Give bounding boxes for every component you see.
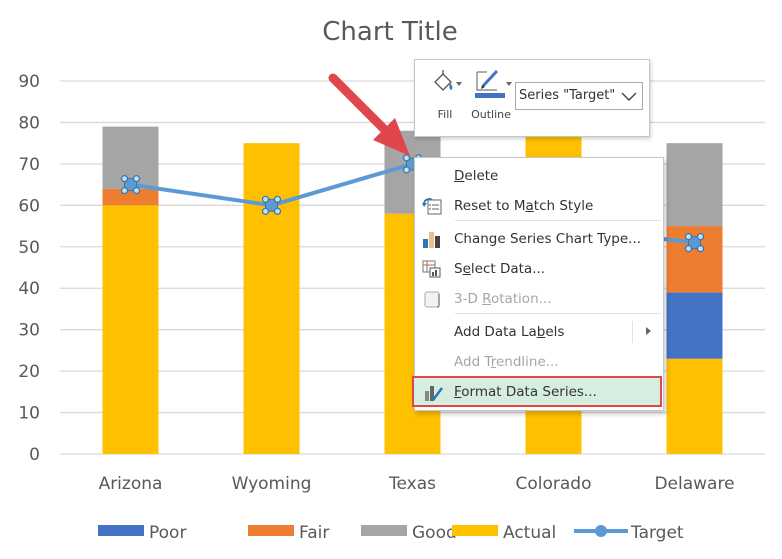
legend-swatch [452,525,498,536]
selection-handle[interactable] [132,187,141,195]
reset-style-icon [422,198,442,215]
legend-swatch [98,525,144,536]
menu-item-label: Change Series Chart Type... [454,231,642,247]
menu-item-label: Select Data... [454,261,546,277]
y-tick-label: 90 [18,72,40,92]
y-tick-label: 80 [18,113,40,133]
legend-swatch [361,525,407,536]
y-axis-ticks: 0 10 20 30 40 50 60 70 80 90 [18,72,40,465]
bar-good-delaware[interactable] [666,143,723,227]
outline-label: Outline [471,108,511,121]
outline-color-swatch [475,93,505,98]
legend-label: Good [412,523,457,543]
pen-outline-icon [475,69,512,98]
x-category-label: Texas [388,474,436,494]
submenu-arrow-icon [646,327,651,335]
context-menu: Delete Reset to Match Style Change Serie… [412,157,664,411]
bar-fair-delaware[interactable] [666,226,723,293]
menu-item-add-data-labels[interactable]: Add Data Labels [415,319,663,345]
legend-item-fair[interactable]: Fair [248,523,329,543]
y-tick-label: 70 [18,155,40,175]
menu-item-3d-rotation: 3-D Rotation... [415,286,663,312]
submenu-divider [632,321,633,343]
selection-handle[interactable] [684,245,693,253]
y-tick-label: 30 [18,321,40,341]
selection-handle[interactable] [273,207,282,215]
selection-handle[interactable] [402,166,411,174]
chart: Chart Title 0 10 20 30 40 50 60 70 80 90 Arizona W… [18,17,765,543]
chevron-down-icon [621,92,637,101]
y-tick-label: 40 [18,279,40,299]
menu-item-label: 3-D Rotation... [454,291,552,307]
selection-handle[interactable] [696,245,705,253]
bar-poor-delaware[interactable] [666,292,723,359]
menu-item-add-trendline: Add Trendline... [415,349,663,375]
fill-button[interactable]: Fill [425,66,465,121]
menu-item-select-data[interactable]: Select Data... [415,256,663,282]
y-tick-label: 50 [18,238,40,258]
fill-dropdown-arrow [456,82,462,86]
chart-type-icon [423,232,440,248]
legend-item-good[interactable]: Good [361,523,457,543]
legend-label: Fair [299,523,329,543]
menu-item-delete[interactable]: Delete [415,163,663,189]
bar-actual-delaware[interactable] [666,358,723,454]
y-tick-label: 10 [18,404,40,424]
menu-item-change-series-chart-type[interactable]: Change Series Chart Type... [415,226,663,252]
menu-item-label: Add Data Labels [454,324,565,340]
selection-handle[interactable] [261,207,270,215]
target-point-arizona[interactable] [120,175,141,195]
legend-swatch [248,525,294,536]
series-selector-value: Series "Target" [519,88,616,103]
legend-item-actual[interactable]: Actual [452,523,556,543]
x-axis-categories: Arizona Wyoming Texas Colorado Delaware [99,474,735,494]
chart-title[interactable]: Chart Title [322,17,457,47]
bar-actual-wyoming[interactable] [243,143,300,454]
legend-label: Actual [503,523,556,543]
paint-bucket-icon [434,70,462,91]
mini-format-toolbar: Fill Outline Series "Target" [414,59,650,137]
menu-item-label: Delete [454,168,499,184]
selection-handle[interactable] [402,154,411,162]
menu-separator [455,313,661,314]
select-data-icon [422,260,441,278]
legend-marker [595,525,607,537]
legend: Poor Fair Good Actual Target [98,523,684,543]
annotation-arrow [328,73,410,156]
menu-item-format-data-series[interactable]: Format Data Series... [412,376,662,407]
outline-button[interactable]: Outline [467,66,515,121]
series-selector-dropdown[interactable]: Series "Target" [515,82,643,110]
legend-item-poor[interactable]: Poor [98,523,186,543]
bar-fair-arizona[interactable] [102,188,159,206]
x-category-label: Delaware [654,474,734,494]
menu-item-reset-to-match-style[interactable]: Reset to Match Style [415,193,663,219]
3d-rotation-icon [424,291,440,308]
menu-item-label: Format Data Series... [454,384,597,400]
x-category-label: Colorado [516,474,592,494]
target-point-wyoming[interactable] [261,195,282,215]
menu-item-label: Reset to Match Style [454,198,594,214]
selection-handle[interactable] [684,233,693,241]
selection-handle[interactable] [696,233,705,241]
x-category-label: Arizona [99,474,163,494]
y-tick-label: 60 [18,196,40,216]
fill-label: Fill [437,108,453,121]
selection-handle[interactable] [132,175,141,183]
menu-item-label: Add Trendline... [454,354,559,370]
y-tick-label: 0 [29,445,40,465]
selection-handle[interactable] [261,195,270,203]
x-category-label: Wyoming [232,474,312,494]
menu-separator [455,220,661,221]
bar-actual-arizona[interactable] [102,205,159,454]
target-point-delaware[interactable] [684,233,705,253]
selection-handle[interactable] [273,195,282,203]
y-tick-label: 20 [18,362,40,382]
legend-label: Target [630,523,684,543]
legend-item-target[interactable]: Target [574,523,684,543]
format-series-icon [425,386,443,401]
selection-handle[interactable] [120,175,129,183]
selection-handle[interactable] [120,187,129,195]
legend-label: Poor [149,523,186,543]
